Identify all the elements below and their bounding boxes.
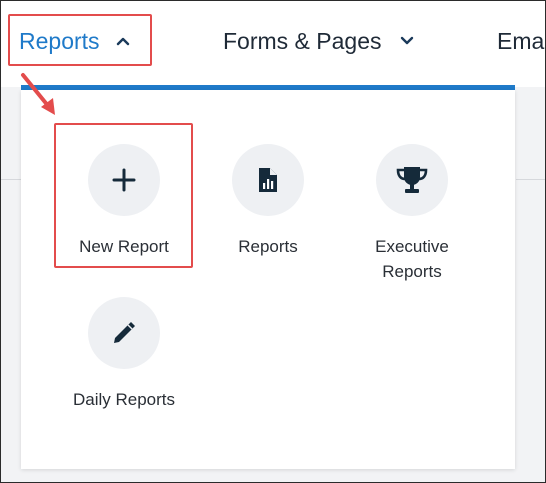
menu-item-executive-reports[interactable]: Executive Reports: [347, 144, 477, 284]
chevron-down-icon: [400, 36, 414, 46]
callout-arrow-icon: [21, 73, 55, 115]
nav-forms-label: Forms & Pages: [223, 27, 382, 54]
trophy-icon: [376, 144, 448, 216]
background-divider: [516, 179, 545, 180]
app-frame: Reports Forms & Pages Emai New Report Re…: [0, 0, 546, 483]
menu-item-daily-reports[interactable]: Daily Reports: [59, 297, 189, 412]
report-document-icon: [232, 144, 304, 216]
nav-email-label: Emai: [497, 27, 546, 54]
background-divider: [1, 179, 21, 180]
menu-item-label: Reports: [238, 237, 298, 256]
nav-forms-pages[interactable]: Forms & Pages: [223, 23, 414, 59]
menu-item-reports[interactable]: Reports: [203, 144, 333, 259]
menu-item-label: Executive Reports: [375, 237, 449, 281]
nav-reports-highlight-box: [8, 14, 152, 66]
top-navigation: Reports Forms & Pages Emai: [1, 1, 545, 87]
pencil-icon: [88, 297, 160, 369]
nav-email[interactable]: Emai: [497, 23, 546, 59]
menu-item-label: Daily Reports: [72, 390, 176, 409]
new-report-highlight-box: [54, 123, 193, 268]
